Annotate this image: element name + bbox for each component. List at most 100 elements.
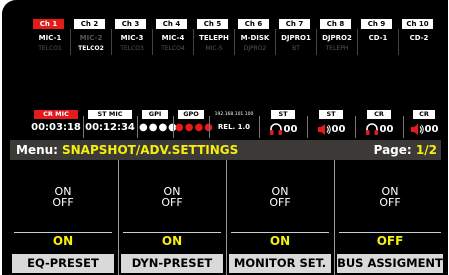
divider	[234, 29, 235, 55]
cr-speaker-level: CR 00	[405, 110, 443, 138]
current-value: OFF	[339, 232, 441, 250]
channel-alt-source: DJPRO2	[243, 45, 267, 52]
channel-alt-source: TELCO3	[120, 45, 144, 52]
channel-1[interactable]: Ch 1 MIC-1 TELCO1	[31, 19, 69, 57]
menu-bar: Menu: SNAPSHOT/ADV.SETTINGS Page: 1/2	[10, 140, 441, 160]
option-off[interactable]: OFF	[227, 197, 333, 209]
divider	[357, 29, 358, 55]
release-version: REL. 1.0	[217, 123, 251, 131]
cr-mic-time: 00:03:18	[31, 122, 81, 133]
bus-assignment-button[interactable]: BUS ASSIGMENT	[337, 254, 443, 273]
st-speaker-label: ST	[319, 110, 343, 119]
cr-headphone-level: CR 00	[357, 110, 401, 138]
divider	[137, 116, 138, 138]
channel-number: Ch 3	[115, 19, 146, 29]
channel-number: Ch 7	[279, 19, 310, 29]
bus-assignment-column[interactable]: ON OFF OFF BUS ASSIGMENT	[334, 160, 445, 275]
gpi-label: GPI	[142, 110, 168, 119]
channel-5[interactable]: Ch 5 TELEPH MIC-5	[193, 19, 233, 57]
option-off[interactable]: OFF	[335, 197, 445, 209]
st-speaker-value: 00	[331, 123, 346, 135]
channel-number: Ch 6	[238, 19, 269, 29]
channel-alt-source: TELEPH	[325, 45, 349, 52]
ip-address: 192.168.101.100	[214, 112, 254, 117]
gpo-leds: ●●●●	[175, 122, 214, 133]
channel-name: CD-2	[409, 34, 429, 42]
headphones-icon	[269, 122, 283, 136]
channel-name: MIC-3	[120, 34, 144, 42]
divider	[316, 29, 317, 55]
eq-preset-button[interactable]: EQ-PRESET	[12, 254, 114, 273]
channel-number: Ch 5	[197, 19, 228, 29]
gpi-leds: ●●●●	[139, 122, 178, 133]
st-headphone-value: 00	[283, 123, 298, 135]
channel-7[interactable]: Ch 7 DJPRO1 BT	[275, 19, 315, 57]
gpo-label: GPO	[178, 110, 204, 119]
channel-3[interactable]: Ch 3 MIC-3 TELCO3	[111, 19, 151, 57]
st-headphone-level: ST 00	[261, 110, 305, 138]
channel-alt-source: TELCO2	[78, 45, 104, 52]
speaker-icon	[317, 123, 331, 136]
divider	[173, 116, 174, 138]
current-value: ON	[231, 232, 329, 250]
channel-number: Ch 4	[156, 19, 187, 29]
channel-alt-source: MIC-5	[205, 45, 223, 52]
gpo-indicator: GPO ●●●●	[175, 110, 214, 138]
dyn-preset-button[interactable]: DYN-PRESET	[121, 254, 223, 273]
channel-name: DJPRO1	[281, 34, 311, 42]
channel-name: MIC-2	[79, 34, 103, 42]
current-value: ON	[14, 232, 112, 250]
channel-alt-source: TELCO4	[161, 45, 185, 52]
channel-name: DJPRO2	[322, 34, 352, 42]
eq-preset-column[interactable]: ON OFF ON EQ-PRESET	[10, 160, 116, 275]
st-mic-timer: ST MIC 00:12:34	[85, 110, 135, 138]
page-number: 1/2	[415, 143, 437, 157]
channel-name: MIC-4	[161, 34, 185, 42]
current-value: ON	[123, 232, 221, 250]
channel-number: Ch 2	[74, 19, 105, 29]
cr-speaker-label: CR	[413, 110, 435, 119]
divider	[111, 29, 112, 55]
channel-10[interactable]: Ch 10 CD-2	[398, 19, 438, 57]
console-screen: Ch 1 MIC-1 TELCO1 Ch 2 MIC-2 TELCO2 Ch 3…	[2, 0, 448, 275]
page-label: Page:	[373, 143, 412, 157]
channel-number: Ch 8	[320, 19, 351, 29]
divider	[193, 29, 194, 55]
channel-name: TELEPH	[199, 34, 229, 42]
divider	[398, 29, 399, 55]
page-indicator[interactable]: Page: 1/2	[374, 142, 437, 158]
channel-8[interactable]: Ch 8 DJPRO2 TELEPH	[316, 19, 356, 57]
menu-label: Menu:	[16, 143, 58, 157]
menu-path[interactable]: SNAPSHOT/ADV.SETTINGS	[62, 142, 238, 158]
channel-6[interactable]: Ch 6 M-DISK DJPRO2	[234, 19, 274, 57]
divider	[152, 29, 153, 55]
monitor-set-column[interactable]: ON OFF ON MONITOR SET.	[226, 160, 333, 275]
divider	[355, 116, 356, 138]
divider	[275, 29, 276, 55]
channel-number: Ch 1	[33, 19, 64, 29]
divider	[259, 116, 260, 138]
channel-strip: Ch 1 MIC-1 TELCO1 Ch 2 MIC-2 TELCO2 Ch 3…	[31, 19, 443, 57]
monitor-set-button[interactable]: MONITOR SET.	[229, 254, 331, 273]
cr-headphone-value: 00	[379, 123, 394, 135]
divider	[403, 116, 404, 138]
channel-number: Ch 9	[361, 19, 392, 29]
divider	[70, 29, 71, 55]
channel-9[interactable]: Ch 9 CD-1	[357, 19, 397, 57]
channel-alt-source: BT	[292, 45, 300, 52]
channel-alt-source: TELCO1	[38, 45, 62, 52]
channel-name: M-DISK	[240, 34, 270, 42]
cr-headphone-label: CR	[367, 110, 391, 119]
divider	[83, 116, 84, 138]
speaker-icon	[410, 123, 424, 136]
divider	[209, 116, 210, 138]
channel-2[interactable]: Ch 2 MIC-2 TELCO2	[70, 19, 110, 57]
option-off[interactable]: OFF	[10, 197, 116, 209]
network-info: 192.168.101.100 REL. 1.0	[211, 110, 257, 138]
option-off[interactable]: OFF	[119, 197, 225, 209]
st-speaker-level: ST 00	[309, 110, 353, 138]
dyn-preset-column[interactable]: ON OFF ON DYN-PRESET	[118, 160, 225, 275]
channel-4[interactable]: Ch 4 MIC-4 TELCO4	[152, 19, 192, 57]
st-mic-time: 00:12:34	[85, 122, 135, 133]
divider	[307, 116, 308, 138]
